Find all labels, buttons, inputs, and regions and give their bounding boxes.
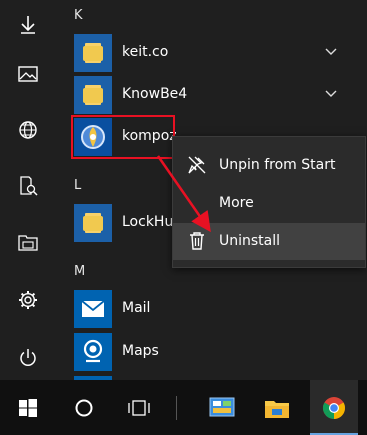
- app-item-keit-co[interactable]: keit.co: [74, 34, 354, 76]
- folder-icon: [74, 204, 112, 242]
- app-item-mail[interactable]: Mail: [74, 290, 354, 332]
- globe-icon: [18, 121, 37, 139]
- taskbar-divider: [176, 396, 177, 420]
- group-header-k[interactable]: K: [74, 8, 83, 23]
- app-label: Mail: [122, 300, 151, 316]
- settings-button[interactable]: [0, 276, 55, 324]
- pictures-icon: [17, 66, 38, 82]
- start-left-rail: [0, 0, 55, 380]
- power-icon: [19, 349, 36, 366]
- pictures-button[interactable]: [0, 50, 55, 98]
- app-item-knowbe4[interactable]: KnowBe4: [74, 76, 354, 118]
- documents-button[interactable]: [0, 162, 55, 210]
- control-panel-button[interactable]: [200, 380, 244, 435]
- menu-item-label: Uninstall: [219, 233, 281, 249]
- annotation-arrow: [156, 155, 211, 233]
- collapse-list-button[interactable]: [0, 0, 55, 48]
- group-header-m[interactable]: M: [74, 264, 85, 279]
- chevron-down-icon[interactable]: [322, 42, 340, 60]
- app-item-maps[interactable]: Maps: [74, 333, 354, 375]
- app-label: keit.co: [122, 44, 169, 60]
- control-panel-icon: [209, 397, 235, 416]
- folder-icon: [74, 76, 112, 114]
- file-explorer-button[interactable]: [0, 218, 55, 266]
- chrome-taskbar-button[interactable]: [310, 380, 358, 435]
- chevron-down-icon[interactable]: [322, 84, 340, 102]
- taskbar: [0, 380, 367, 435]
- cortana-button[interactable]: [60, 380, 108, 435]
- maps-icon: [74, 333, 112, 371]
- file-explorer-taskbar-button[interactable]: [255, 380, 299, 435]
- chrome-icon: [323, 396, 345, 419]
- file-explorer-icon: [17, 235, 38, 251]
- network-button[interactable]: [0, 106, 55, 154]
- windows-start-icon: [18, 398, 37, 417]
- power-button[interactable]: [0, 334, 55, 382]
- menu-item-label: More: [219, 195, 254, 211]
- down-arrow-icon: [20, 16, 35, 34]
- cortana-icon: [75, 399, 93, 416]
- document-search-icon: [19, 176, 38, 196]
- app-label: Maps: [122, 343, 159, 359]
- group-header-l[interactable]: L: [74, 178, 81, 193]
- task-view-icon: [128, 399, 150, 416]
- start-button[interactable]: [0, 380, 55, 435]
- folder-icon: [74, 34, 112, 72]
- mail-icon: [74, 290, 112, 328]
- menu-item-label: Unpin from Start: [219, 157, 336, 173]
- settings-icon: [18, 291, 37, 309]
- task-view-button[interactable]: [115, 380, 163, 435]
- file-explorer-icon: [265, 400, 289, 418]
- app-label: KnowBe4: [122, 86, 188, 102]
